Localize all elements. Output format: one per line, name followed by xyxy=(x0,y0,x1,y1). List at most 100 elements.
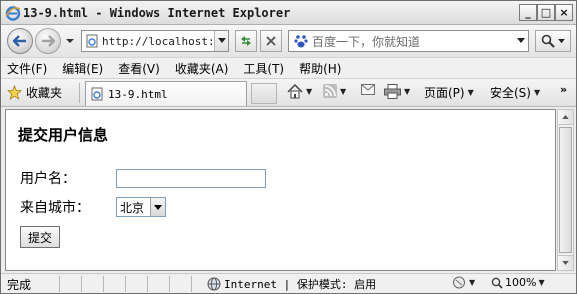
page-menu-button[interactable]: 页面(P) ▼ xyxy=(424,84,474,101)
print-button[interactable]: ▼ xyxy=(384,84,410,99)
safety-menu-button[interactable]: 安全(S) ▼ xyxy=(490,84,540,101)
zone-text: Internet | 保护模式: 启用 xyxy=(224,278,377,291)
back-arrow-icon xyxy=(13,35,26,47)
star-icon xyxy=(7,85,22,100)
page-icon xyxy=(86,34,98,48)
magnifier-icon xyxy=(541,34,555,48)
chevron-down-icon xyxy=(217,38,226,43)
new-tab-button[interactable] xyxy=(251,83,277,104)
refresh-icon xyxy=(241,36,251,46)
rss-feed-icon xyxy=(323,84,337,98)
mail-icon xyxy=(361,84,375,95)
maximize-icon: □ xyxy=(540,6,552,19)
menu-tools[interactable]: 工具(T) xyxy=(243,60,284,77)
ie-logo-icon xyxy=(5,6,21,21)
page-icon xyxy=(91,87,103,101)
chevron-down-icon: ▼ xyxy=(404,87,411,96)
address-dropdown-button[interactable] xyxy=(214,31,228,51)
refresh-button[interactable] xyxy=(235,30,257,52)
status-pane xyxy=(125,276,143,292)
status-bar: 完成 Internet | 保护模式: 启用 ▼ 100% ▼ xyxy=(1,273,576,293)
baidu-paw-icon xyxy=(293,33,309,49)
back-button[interactable] xyxy=(7,28,33,54)
zoom-magnifier-icon xyxy=(491,277,503,289)
search-button[interactable] xyxy=(535,30,571,52)
mail-button[interactable] xyxy=(361,84,375,95)
status-pane xyxy=(59,276,77,292)
status-pane xyxy=(103,276,121,292)
chevron-down-icon: ▼ xyxy=(467,88,474,97)
menu-file[interactable]: 文件(F) xyxy=(7,60,47,77)
window-title: 13-9.html - Windows Internet Explorer xyxy=(23,6,291,20)
menu-edit[interactable]: 编辑(E) xyxy=(62,60,103,77)
scroll-down-button[interactable] xyxy=(558,255,573,270)
chevron-down-icon xyxy=(562,261,569,265)
toolbar-divider xyxy=(79,83,80,103)
select-arrow-button[interactable] xyxy=(150,198,165,216)
menu-view[interactable]: 查看(V) xyxy=(118,60,160,77)
toolbar-overflow-button[interactable]: » xyxy=(560,83,567,96)
scroll-up-button[interactable] xyxy=(558,110,573,125)
status-text: 完成 xyxy=(7,278,32,292)
chevron-down-icon xyxy=(517,38,525,43)
chevron-down-icon: ▼ xyxy=(469,278,476,287)
protected-mode-button[interactable]: ▼ xyxy=(453,276,475,289)
menu-bar: 文件(F) 编辑(E) 查看(V) 收藏夹(A) 工具(T) 帮助(H) xyxy=(1,57,576,79)
address-text[interactable]: http://localhost:8 xyxy=(102,35,214,48)
printer-icon xyxy=(384,84,401,99)
chevron-down-icon: ▼ xyxy=(533,88,541,97)
stop-x-icon xyxy=(266,36,276,46)
menu-favorites[interactable]: 收藏夹(A) xyxy=(175,60,229,77)
close-icon: × xyxy=(559,6,569,19)
safety-menu-label: 安全(S) xyxy=(490,86,531,100)
lock-globe-icon xyxy=(453,276,465,289)
submit-button[interactable]: 提交 xyxy=(20,226,60,248)
username-input[interactable] xyxy=(116,169,266,188)
chevron-down-icon: ▼ xyxy=(538,278,545,287)
status-pane xyxy=(169,276,187,292)
browser-window: 13-9.html - Windows Internet Explorer _ … xyxy=(0,0,577,294)
city-selected-value: 北京 xyxy=(120,200,145,215)
status-pane xyxy=(81,276,99,292)
chevron-down-icon: ▼ xyxy=(340,86,347,96)
chevron-down-icon: ▼ xyxy=(306,87,313,96)
address-bar[interactable]: http://localhost:8 xyxy=(81,30,229,52)
page-content: 提交用户信息 用户名： 来自城市： 北京 提交 xyxy=(5,109,556,271)
chevron-up-icon xyxy=(562,115,569,119)
minimize-button[interactable]: _ xyxy=(519,4,537,21)
tab-current[interactable]: 13-9.html xyxy=(85,81,247,106)
vertical-scrollbar[interactable] xyxy=(557,109,574,271)
home-icon xyxy=(287,84,303,99)
page-menu-label: 页面(P) xyxy=(424,86,465,100)
globe-icon xyxy=(207,277,221,291)
chevron-down-icon xyxy=(154,204,162,210)
close-button[interactable]: × xyxy=(555,4,573,21)
favorites-label: 收藏夹 xyxy=(26,86,63,100)
tab-label: 13-9.html xyxy=(108,87,168,101)
favorites-bar: 收藏夹 13-9.html ▼ ▼ ▼ 页面(P) ▼ 安全(S) ▼ » xyxy=(1,79,576,107)
status-pane xyxy=(147,276,165,292)
stop-button[interactable] xyxy=(260,30,282,52)
city-label: 来自城市： xyxy=(20,200,90,216)
chevron-down-icon xyxy=(558,38,565,43)
recent-pages-dropdown-icon[interactable] xyxy=(65,37,75,45)
search-provider-dropdown[interactable] xyxy=(514,31,528,51)
feeds-button[interactable]: ▼ xyxy=(323,84,346,98)
search-input[interactable]: 百度一下，你就知道 xyxy=(312,33,514,50)
menu-help[interactable]: 帮助(H) xyxy=(299,60,341,77)
minimize-icon: _ xyxy=(525,6,531,19)
search-box[interactable]: 百度一下，你就知道 xyxy=(288,30,529,52)
city-select[interactable]: 北京 xyxy=(116,197,166,217)
security-zone[interactable]: Internet | 保护模式: 启用 xyxy=(207,276,376,292)
favorites-button[interactable]: 收藏夹 xyxy=(7,84,62,101)
forward-button[interactable] xyxy=(35,28,61,54)
home-button[interactable]: ▼ xyxy=(287,84,312,99)
navigation-bar: http://localhost:8 百度一下，你就知道 xyxy=(1,25,576,57)
scroll-thumb[interactable] xyxy=(559,127,572,253)
zoom-level: 100% xyxy=(505,276,537,289)
zoom-button[interactable]: 100% ▼ xyxy=(491,276,545,289)
page-title: 提交用户信息 xyxy=(18,126,109,144)
username-label: 用户名： xyxy=(20,171,76,187)
forward-arrow-icon xyxy=(42,35,55,47)
maximize-button[interactable]: □ xyxy=(537,4,555,21)
